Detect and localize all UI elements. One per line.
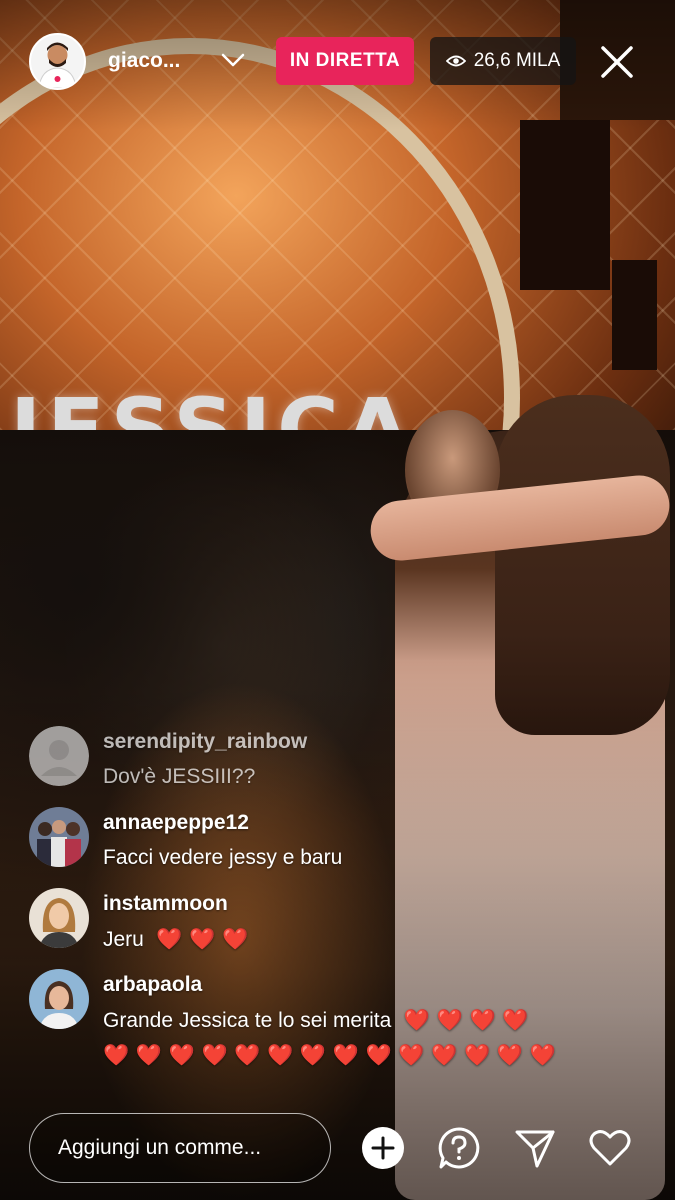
comment-text: Facci vedere jessy e baru — [103, 846, 343, 869]
host-avatar-icon — [31, 35, 84, 88]
comment-avatar[interactable] — [29, 726, 89, 786]
comment-text: Jeru ❤️ ❤️ ❤️ — [103, 922, 603, 957]
woman-photo-avatar — [29, 969, 89, 1029]
comment-text: Dov'è JESSIII?? — [103, 765, 256, 788]
heart-icon[interactable] — [588, 1126, 632, 1170]
heart-emoji-icon: ❤️ ❤️ ❤️ ❤️ ❤️ ❤️ ❤️ ❤️ ❤️ ❤️ ❤️ ❤️ ❤️ ❤… — [103, 1043, 556, 1067]
comment-text-body: Grande Jessica te lo sei merita — [103, 1009, 392, 1032]
woman-photo-avatar — [29, 888, 89, 948]
comment-username[interactable]: annaepeppe12 — [103, 811, 249, 835]
comment-text: Grande Jessica te lo sei merita ❤️ ❤️ ❤️… — [103, 1003, 603, 1073]
add-icon[interactable] — [361, 1126, 405, 1170]
comment-avatar[interactable] — [29, 888, 89, 948]
led-panel-dark — [520, 120, 610, 290]
comment-username[interactable]: arbapaola — [103, 973, 202, 997]
eye-icon — [445, 55, 466, 67]
close-icon[interactable] — [597, 42, 637, 82]
comment-input[interactable]: Aggiungi un comme... — [29, 1113, 331, 1183]
host-username[interactable]: giaco... — [108, 49, 180, 73]
comment-text-body: Jeru — [103, 928, 144, 951]
group-photo-avatar — [29, 807, 89, 867]
comment-username[interactable]: instammoon — [103, 892, 228, 916]
comment-avatar[interactable] — [29, 807, 89, 867]
comment-avatar[interactable] — [29, 969, 89, 1029]
viewer-count-badge[interactable]: 26,6 MILA — [430, 37, 576, 85]
led-panel-dark — [612, 260, 657, 370]
question-icon[interactable] — [437, 1126, 481, 1170]
default-avatar-icon — [29, 726, 89, 786]
heart-emoji-icon: ❤️ ❤️ ❤️ — [149, 927, 249, 951]
chevron-down-icon[interactable] — [221, 52, 245, 68]
send-icon[interactable] — [513, 1126, 557, 1170]
heart-emoji-icon: ❤️ ❤️ ❤️ ❤️ — [397, 1008, 529, 1032]
comment-input-placeholder: Aggiungi un comme... — [58, 1136, 262, 1159]
live-badge: IN DIRETTA — [276, 37, 414, 85]
live-top-bar: giaco... IN DIRETTA 26,6 MILA — [0, 0, 675, 120]
comment-username[interactable]: serendipity_rainbow — [103, 730, 307, 754]
host-avatar[interactable] — [29, 33, 86, 90]
viewer-count: 26,6 MILA — [473, 50, 561, 71]
